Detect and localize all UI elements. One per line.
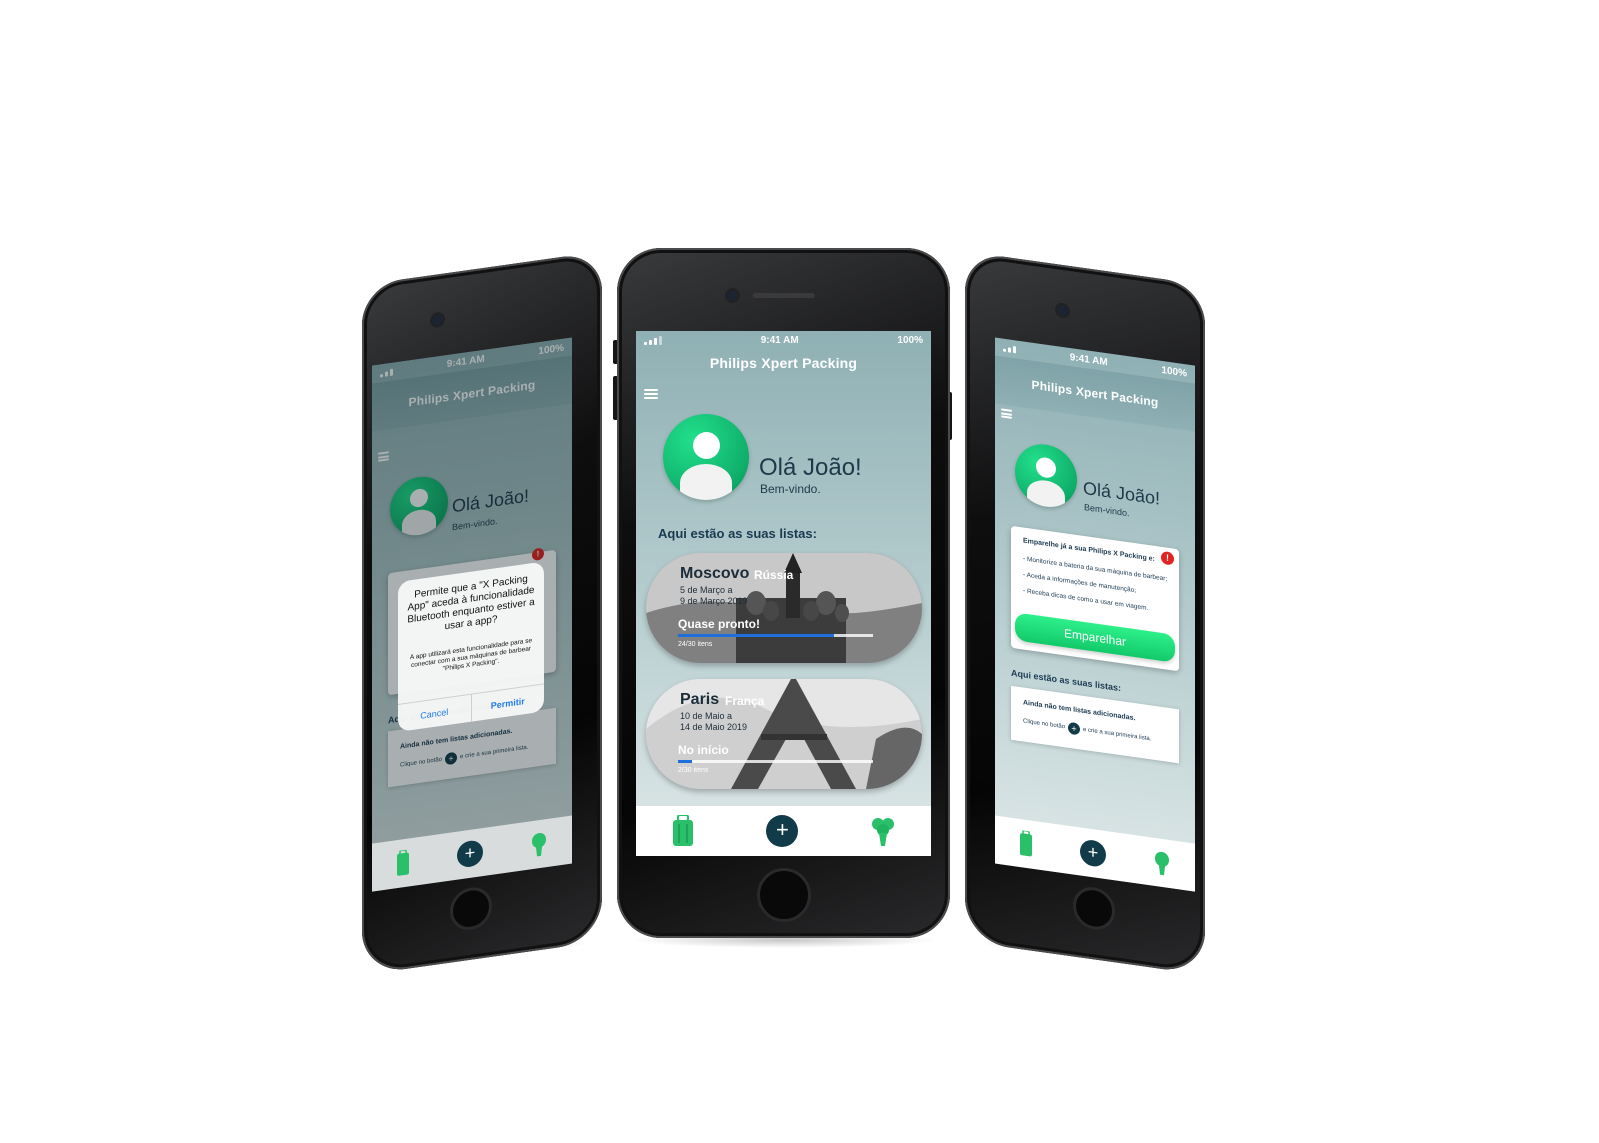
- add-list-button[interactable]: +: [456, 838, 483, 869]
- tab-bar: +: [995, 815, 1195, 892]
- welcome-subtitle: Bem-vindo.: [760, 482, 821, 496]
- menu-icon[interactable]: [644, 389, 658, 399]
- trip-country: França: [725, 694, 765, 708]
- avatar: [1015, 440, 1077, 512]
- greeting-title: Olá João!: [759, 454, 862, 481]
- shaver-icon[interactable]: [530, 830, 548, 859]
- front-camera-icon: [727, 290, 738, 301]
- battery-level: 100%: [897, 334, 923, 346]
- trip-status: No início: [678, 743, 729, 757]
- trip-dates: 10 de Maio a 14 de Maio 2019: [680, 711, 747, 733]
- app-title-bar: Philips Xpert Packing: [636, 350, 931, 376]
- mockup-stage: 9:41 AM 100% Philips Xpert Packing Olá J…: [0, 0, 1599, 1143]
- trip-country: Rússia: [754, 568, 794, 582]
- trip-status: Quase pronto!: [678, 617, 761, 631]
- empty-state-create: e crie a sua primeira lista.: [1083, 726, 1152, 743]
- luggage-icon[interactable]: [672, 815, 694, 847]
- app-title: Philips Xpert Packing: [709, 355, 858, 371]
- shaver-icon[interactable]: [1153, 849, 1171, 878]
- add-list-button[interactable]: +: [766, 815, 799, 847]
- home-button[interactable]: [1073, 884, 1115, 933]
- trip-city: Moscovo: [680, 565, 750, 582]
- front-camera-icon: [432, 313, 443, 327]
- lists-heading: Aqui estão as suas listas:: [658, 526, 817, 541]
- trip-date-to: 9 de Março 2019: [680, 596, 748, 606]
- trip-items-count: 24/30 itens: [678, 641, 713, 648]
- status-time: 9:41 AM: [1069, 351, 1108, 368]
- add-list-button[interactable]: +: [1079, 838, 1106, 869]
- trip-items-count: 2/30 itens: [678, 767, 709, 774]
- earpiece: [753, 293, 815, 298]
- inline-add-icon[interactable]: +: [1068, 721, 1081, 736]
- tab-bar: +: [636, 806, 931, 856]
- center-phone: 9:41 AM 100% Philips Xpert Packing Olá J…: [617, 248, 950, 938]
- right-phone: 9:41 AM 100% Philips Xpert Packing Olá J…: [965, 251, 1205, 975]
- signal-icon: [1003, 344, 1016, 353]
- front-camera-icon: [1057, 304, 1068, 317]
- empty-state-click: Clique no botão: [1023, 718, 1066, 731]
- home-button[interactable]: [757, 868, 811, 922]
- trip-progress-fill: [678, 634, 834, 637]
- menu-icon[interactable]: [1001, 408, 1012, 419]
- trip-dates: 5 de Março a 9 de Março 2019: [680, 585, 748, 607]
- trip-card-paris[interactable]: Paris França 10 de Maio a 14 de Maio 201…: [646, 679, 922, 789]
- trip-progress-bar: [678, 760, 873, 763]
- trip-date-from: 5 de Março a: [680, 585, 733, 595]
- battery-level: 100%: [1161, 364, 1187, 379]
- shaver-icon[interactable]: [871, 815, 895, 847]
- dialog-message: A app utilizará esta funcionalidade para…: [409, 637, 533, 673]
- right-screen: 9:41 AM 100% Philips Xpert Packing Olá J…: [995, 337, 1195, 892]
- left-screen: 9:41 AM 100% Philips Xpert Packing Olá J…: [372, 337, 572, 892]
- pairing-card: Emparelhe já a sua Philips X Packing e: …: [1011, 525, 1179, 672]
- signal-icon: [644, 335, 662, 345]
- luggage-icon[interactable]: [396, 849, 410, 877]
- trip-date-from: 10 de Maio a: [680, 711, 733, 721]
- dialog-title: Permite que a "X Packing App" aceda à fu…: [407, 573, 535, 633]
- home-button[interactable]: [450, 884, 492, 933]
- trip-card-moscow[interactable]: Moscovo Rússia 5 de Março a 9 de Março 2…: [646, 553, 922, 663]
- left-phone: 9:41 AM 100% Philips Xpert Packing Olá J…: [362, 251, 602, 975]
- luggage-icon[interactable]: [1019, 829, 1033, 858]
- avatar: [663, 414, 749, 500]
- trip-progress-fill: [678, 760, 692, 763]
- empty-state-card: Ainda não tem listas adicionadas. Clique…: [1011, 685, 1179, 764]
- status-bar: 9:41 AM 100%: [636, 331, 931, 349]
- trip-date-to: 14 de Maio 2019: [680, 722, 748, 732]
- trip-city: Paris: [680, 691, 720, 708]
- app-title: Philips Xpert Packing: [1031, 377, 1159, 410]
- center-screen: 9:41 AM 100% Philips Xpert Packing Olá J…: [636, 331, 931, 856]
- pair-button[interactable]: Emparelhar: [1015, 612, 1175, 663]
- status-time: 9:41 AM: [760, 334, 799, 346]
- bluetooth-permission-dialog: Permite que a "X Packing App" aceda à fu…: [398, 561, 544, 732]
- trip-progress-bar: [678, 634, 873, 637]
